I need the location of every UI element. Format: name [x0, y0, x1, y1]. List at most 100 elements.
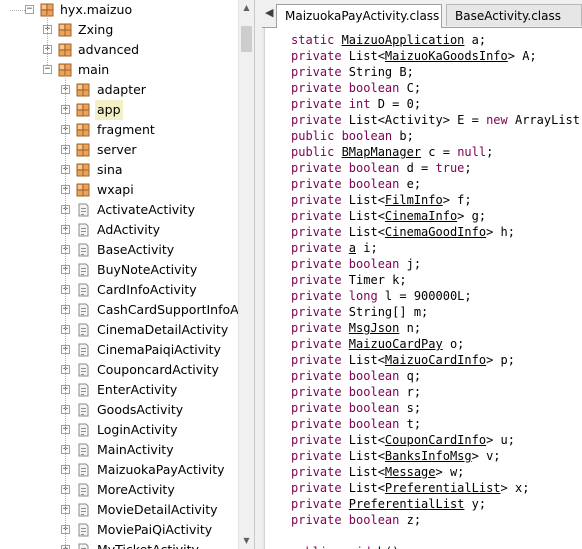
code-line: private List<MaizuoCardInfo> p;	[291, 352, 515, 368]
tree-item-label[interactable]: ActivateActivity	[97, 200, 195, 220]
code-line: private boolean C;	[291, 80, 421, 96]
class-file-icon	[78, 403, 89, 417]
panel-divider[interactable]	[254, 0, 262, 549]
tree-item-label[interactable]: MovieDetailActivity	[97, 500, 218, 520]
tree-expander-icon[interactable]: −	[25, 5, 34, 14]
code-type-reference[interactable]: CinemaInfo	[385, 209, 457, 223]
code-keyword: private	[291, 513, 349, 527]
tree-item-label[interactable]: AdActivity	[97, 220, 160, 240]
code-line: public BMapManager c = null;	[291, 144, 493, 160]
code-type-reference[interactable]: a	[349, 241, 356, 255]
tree-item-label[interactable]: LoginActivity	[97, 420, 177, 440]
code-text: List<	[348, 465, 385, 479]
code-type-reference[interactable]: MaizuoApplication	[342, 33, 465, 47]
code-type-reference[interactable]: BanksInfoMsg	[385, 449, 472, 463]
tree-item-label[interactable]: sina	[97, 160, 123, 180]
code-text: > A;	[507, 49, 537, 63]
tree-item-label[interactable]: CouponcardActivity	[97, 360, 219, 380]
tree-expander-icon[interactable]: −	[43, 65, 52, 74]
code-keyword: private	[291, 161, 349, 175]
tree-item-label[interactable]: main	[78, 60, 109, 80]
class-file-icon	[78, 503, 89, 517]
class-file-icon	[78, 383, 89, 397]
code-keyword: boolean	[348, 81, 407, 95]
tree-item-label[interactable]: MyTicketActivity	[97, 540, 199, 549]
code-type-reference[interactable]: CinemaGoodInfo	[385, 225, 486, 239]
code-text: D = 0;	[377, 97, 422, 111]
code-keyword: private	[291, 49, 349, 63]
tree-item-label[interactable]: MainActivity	[97, 440, 174, 460]
code-type-reference[interactable]: CouponCardInfo	[385, 433, 486, 447]
package-icon	[76, 123, 90, 137]
tree-item-label[interactable]: CinemaPaiqiActivity	[97, 340, 221, 360]
code-type-reference[interactable]: FilmInfo	[385, 193, 443, 207]
tree-item-label[interactable]: EnterActivity	[97, 380, 177, 400]
tree-item-label[interactable]: MaizuokaPayActivity	[97, 460, 225, 480]
scroll-down-arrow-icon[interactable]: ▼	[239, 533, 254, 549]
tree-item-label[interactable]: MoreActivity	[97, 480, 175, 500]
tab-maizuokapayactivity[interactable]: MaizuokaPayActivity.class	[276, 4, 442, 28]
tree-item-label[interactable]: BaseActivity	[97, 240, 174, 260]
tree-item-label[interactable]: CashCardSupportInfoAc	[97, 300, 245, 320]
code-type-reference[interactable]: BMapManager	[342, 145, 421, 159]
package-explorer-scrollbar[interactable]: ▲ ▼	[238, 0, 254, 549]
class-file-icon	[78, 263, 89, 277]
code-type-reference[interactable]: PreferentialList	[385, 481, 501, 495]
code-keyword: private	[291, 289, 349, 303]
tab-list-arrow-icon[interactable]: ◀	[265, 6, 273, 19]
code-keyword: null	[457, 145, 487, 159]
code-text: String B;	[348, 65, 414, 79]
tree-item-label[interactable]: server	[97, 140, 137, 160]
code-keyword: private	[291, 81, 349, 95]
code-type-reference[interactable]: MaizuoCardInfo	[385, 353, 486, 367]
class-file-icon	[78, 443, 89, 457]
tree-guide-line	[47, 15, 48, 65]
code-keyword: private	[291, 305, 349, 319]
tree-item-label[interactable]: fragment	[97, 120, 155, 140]
tree-item-label[interactable]: CardInfoActivity	[97, 280, 197, 300]
code-type-reference[interactable]: MsgJson	[349, 321, 400, 335]
code-type-reference[interactable]: MaizuoCardPay	[349, 337, 443, 351]
code-text: d =	[406, 161, 436, 175]
code-line: private Timer k;	[291, 272, 407, 288]
package-icon	[76, 103, 90, 117]
tree-item-label[interactable]: app	[95, 100, 123, 120]
code-line: private String[] m;	[291, 304, 428, 320]
code-keyword: private	[291, 225, 349, 239]
code-type-reference[interactable]: Message	[385, 465, 436, 479]
tree-item-label[interactable]: Zxing	[78, 20, 113, 40]
scroll-up-arrow-icon[interactable]: ▲	[239, 0, 254, 16]
tree-item-label[interactable]: adapter	[97, 80, 146, 100]
scrollbar-thumb[interactable]	[241, 26, 252, 52]
code-line: private List<CinemaInfo> g;	[291, 208, 486, 224]
code-type-reference[interactable]: MaizuoKaGoodsInfo	[385, 49, 508, 63]
tree-item-label[interactable]: advanced	[78, 40, 139, 60]
code-line: private List<FilmInfo> f;	[291, 192, 472, 208]
code-keyword: private	[291, 65, 349, 79]
code-editor[interactable]: static MaizuoApplication a; private List<…	[264, 28, 582, 549]
code-text: ;	[464, 161, 472, 175]
class-file-icon	[78, 323, 89, 337]
tree-root-label[interactable]: hyx.maizuo	[60, 0, 132, 20]
tree-item-label[interactable]: wxapi	[97, 180, 134, 200]
class-file-icon	[78, 463, 89, 477]
code-keyword: private	[291, 321, 349, 335]
code-text: q;	[406, 369, 422, 383]
code-keyword: private	[291, 353, 349, 367]
class-file-icon	[78, 523, 89, 537]
tree-item-label[interactable]: BuyNoteActivity	[97, 260, 197, 280]
package-icon	[76, 183, 90, 197]
code-text: Timer k;	[348, 273, 407, 287]
code-text: t;	[406, 417, 422, 431]
tab-baseactivity[interactable]: BaseActivity.class	[446, 4, 582, 26]
code-text: List<	[348, 49, 385, 63]
class-file-icon	[78, 543, 89, 549]
code-keyword: private	[291, 433, 349, 447]
code-keyword: private	[291, 113, 349, 127]
tree-item-label[interactable]: GoodsActivity	[97, 400, 183, 420]
code-keyword: boolean	[348, 385, 407, 399]
code-keyword: long	[348, 289, 385, 303]
tree-item-label[interactable]: CinemaDetailActivity	[97, 320, 228, 340]
code-type-reference[interactable]: PreferentialList	[349, 497, 465, 511]
tree-item-label[interactable]: MoviePaiQiActivity	[97, 520, 212, 540]
